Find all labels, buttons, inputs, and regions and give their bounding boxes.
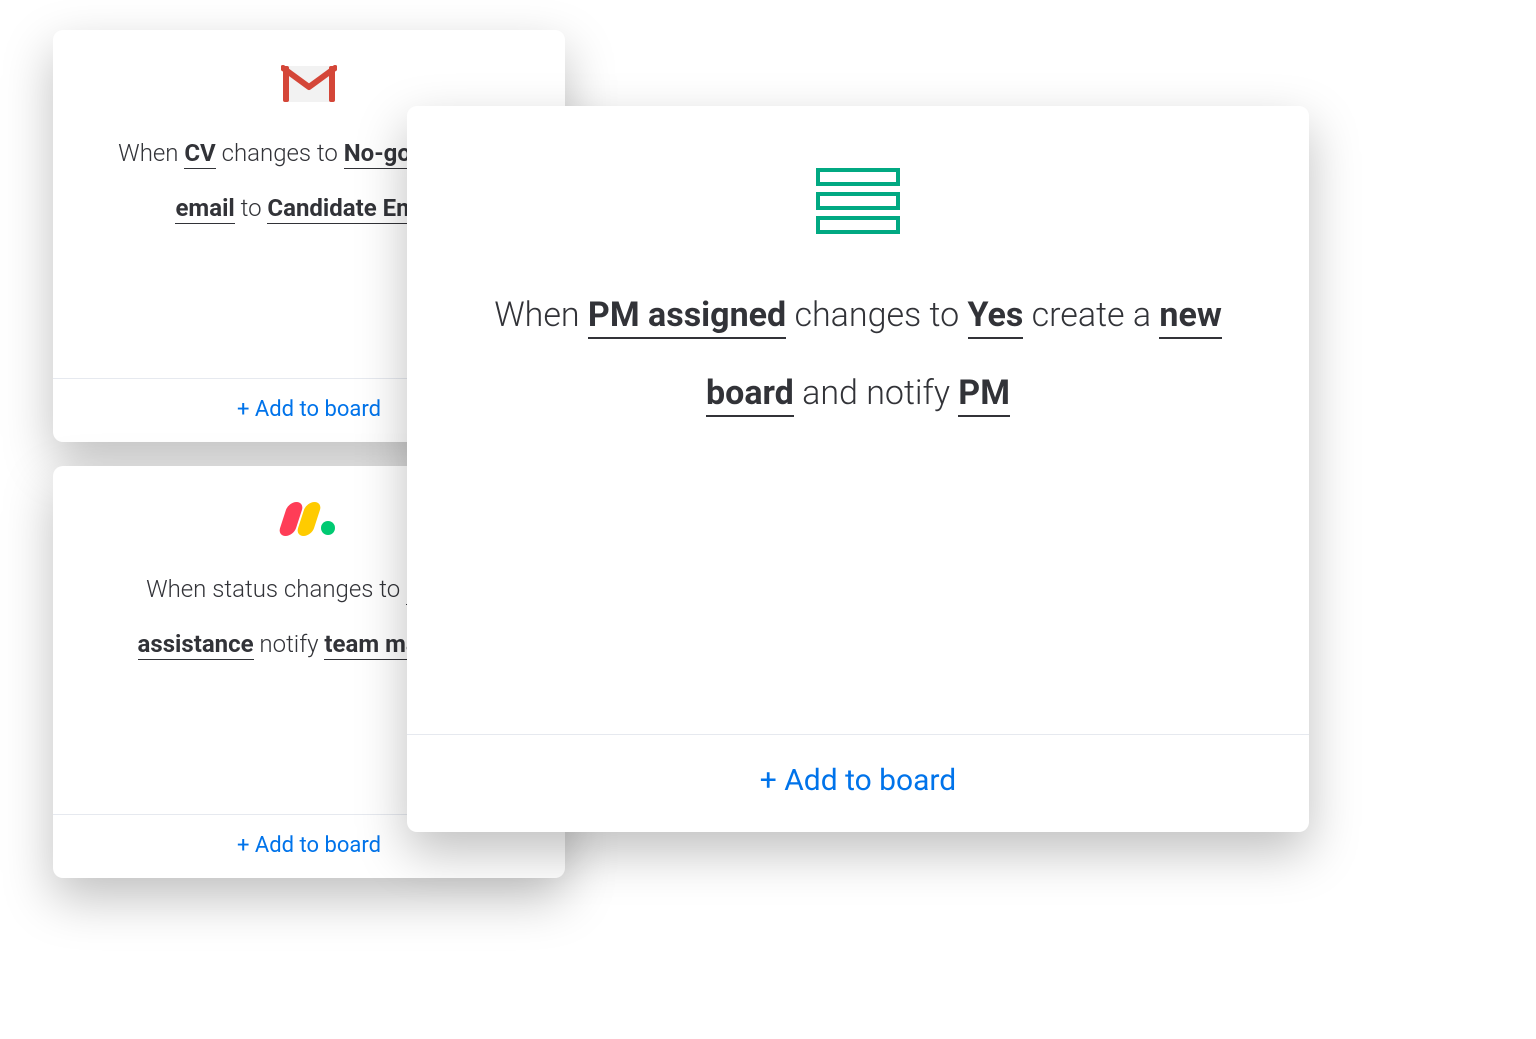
hpe-icon — [816, 166, 900, 236]
rule-keyword[interactable]: PM — [958, 373, 1010, 417]
rule-keyword[interactable]: Yes — [968, 295, 1024, 339]
add-to-board-button[interactable]: + Add to board — [237, 833, 381, 858]
automation-rule-text: When PM assigned changes to Yes create a… — [457, 276, 1259, 432]
monday-icon — [283, 494, 335, 544]
card-body: When PM assigned changes to Yes create a… — [407, 106, 1309, 734]
rule-keyword[interactable]: email — [175, 194, 234, 224]
add-to-board-button[interactable]: + Add to board — [237, 397, 381, 422]
automation-card-hpe: When PM assigned changes to Yes create a… — [407, 106, 1309, 832]
rule-keyword[interactable]: PM assigned — [588, 295, 786, 339]
rule-keyword[interactable]: CV — [184, 139, 215, 169]
add-to-board-button[interactable]: + Add to board — [760, 763, 956, 798]
rule-keyword[interactable]: No-go — [344, 139, 411, 169]
gmail-icon — [281, 58, 337, 108]
card-footer: + Add to board — [407, 734, 1309, 832]
